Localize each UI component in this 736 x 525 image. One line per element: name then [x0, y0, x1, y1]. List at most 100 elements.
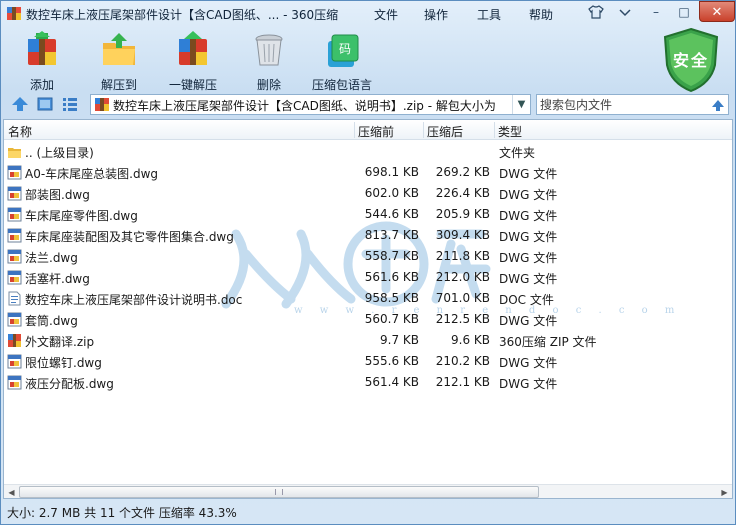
skin-shirt-icon[interactable] — [585, 3, 607, 21]
table-row[interactable]: 限位螺钉.dwg 555.6 KB 210.2 KB DWG 文件 — [4, 351, 732, 372]
archive-language-button[interactable]: 码 压缩包语言 — [309, 31, 375, 92]
archive-language-label: 压缩包语言 — [311, 78, 372, 92]
column-original-size[interactable]: 压缩前 — [358, 123, 394, 140]
table-row[interactable]: .. (上级目录) 文件夹 — [4, 141, 732, 162]
file-type: DWG 文件 — [499, 188, 558, 202]
list-view-icon[interactable] — [61, 96, 79, 112]
status-bar: 大小: 2.7 MB 共 11 个文件 压缩率 43.3% — [7, 506, 237, 520]
compressed-size: 212.5 KB — [435, 312, 490, 326]
menu-file[interactable]: 文件 — [370, 5, 402, 24]
dwg-file-icon — [7, 228, 22, 243]
dwg-file-icon — [7, 249, 22, 264]
search-input[interactable] — [540, 96, 708, 113]
original-size: 9.7 KB — [380, 333, 419, 347]
delete-label: 删除 — [256, 78, 281, 92]
close-button[interactable]: ✕ — [699, 1, 735, 22]
original-size: 560.7 KB — [364, 312, 419, 326]
extract-to-icon — [103, 33, 135, 65]
original-size: 602.0 KB — [364, 186, 419, 200]
one-click-extract-button[interactable]: 一键解压 — [168, 31, 218, 92]
security-shield-badge[interactable]: 安全 — [661, 27, 721, 93]
title-bar[interactable]: 数控车床上液压尾架部件设计【含CAD图纸、... - 360压缩 文件 操作 工… — [1, 1, 735, 27]
menu-tools[interactable]: 工具 — [473, 5, 505, 24]
dwg-file-icon — [7, 186, 22, 201]
column-type[interactable]: 类型 — [498, 123, 522, 140]
scroll-left-icon[interactable]: ◀ — [4, 486, 19, 498]
add-button[interactable]: 添加 — [21, 31, 63, 92]
compressed-size: 212.1 KB — [435, 375, 490, 389]
menu-help[interactable]: 帮助 — [525, 5, 557, 24]
file-name: 车床尾座装配图及其它零件图集合.dwg — [25, 230, 234, 244]
table-row[interactable]: 车床尾座零件图.dwg 544.6 KB 205.9 KB DWG 文件 — [4, 204, 732, 225]
maximize-button[interactable]: □ — [673, 3, 695, 21]
file-name: 法兰.dwg — [25, 251, 78, 265]
dwg-file-icon — [7, 375, 22, 390]
compressed-size: 210.2 KB — [435, 354, 490, 368]
chevron-down-icon[interactable]: ▼ — [512, 95, 530, 114]
thumbnail-view-icon[interactable] — [36, 96, 54, 112]
window-title: 数控车床上液压尾架部件设计【含CAD图纸、... - 360压缩 — [26, 8, 339, 22]
one-click-extract-label: 一键解压 — [168, 78, 217, 92]
zip-file-icon — [8, 334, 21, 347]
archive-language-icon: 码 — [328, 34, 359, 67]
file-name: 数控车床上液压尾架部件设计说明书.doc — [25, 293, 243, 307]
file-type: DWG 文件 — [499, 209, 558, 223]
app-window: 数控车床上液压尾架部件设计【含CAD图纸、... - 360压缩 文件 操作 工… — [0, 0, 736, 525]
scroll-right-icon[interactable]: ▶ — [717, 486, 732, 498]
table-row[interactable]: 外文翻译.zip 9.7 KB 9.6 KB 360压缩 ZIP 文件 — [4, 330, 732, 351]
table-row[interactable]: 部装图.dwg 602.0 KB 226.4 KB DWG 文件 — [4, 183, 732, 204]
original-size: 958.5 KB — [364, 291, 419, 305]
column-divider — [423, 122, 424, 138]
table-row[interactable]: 活塞杆.dwg 561.6 KB 212.0 KB DWG 文件 — [4, 267, 732, 288]
compressed-size: 9.6 KB — [451, 333, 490, 347]
file-name: 外文翻译.zip — [25, 335, 95, 349]
table-row[interactable]: 套筒.dwg 560.7 KB 212.5 KB DWG 文件 — [4, 309, 732, 330]
file-type: DOC 文件 — [499, 293, 554, 307]
search-go-icon[interactable] — [710, 97, 726, 113]
horizontal-scrollbar[interactable]: ◀ ▶ — [4, 484, 732, 498]
table-row[interactable]: 车床尾座装配图及其它零件图集合.dwg 813.7 KB 309.4 KB DWG 文… — [4, 225, 732, 246]
menu-list-icon[interactable] — [614, 3, 636, 21]
column-divider — [494, 122, 495, 138]
list-header: 名称 压缩前 压缩后 类型 — [4, 120, 732, 140]
file-type: DWG 文件 — [499, 272, 558, 286]
table-row[interactable]: 液压分配板.dwg 561.4 KB 212.1 KB DWG 文件 — [4, 372, 732, 393]
delete-button[interactable]: 删除 — [249, 31, 289, 92]
table-row[interactable]: 法兰.dwg 558.7 KB 211.8 KB DWG 文件 — [4, 246, 732, 267]
table-row[interactable]: A0-车床尾座总装图.dwg 698.1 KB 269.2 KB DWG 文件 — [4, 162, 732, 183]
address-row: 数控车床上液压尾架部件设计【含CAD图纸、说明书】.zip - 解包大小为 ▼ — [1, 93, 735, 117]
add-label: 添加 — [29, 78, 54, 92]
up-arrow-icon[interactable] — [11, 96, 29, 112]
compressed-size: 211.8 KB — [435, 249, 490, 263]
compressed-size: 701.0 KB — [435, 291, 490, 305]
file-name: 限位螺钉.dwg — [25, 356, 102, 370]
one-click-extract-icon — [179, 31, 207, 65]
file-type: DWG 文件 — [499, 356, 558, 370]
delete-trash-icon — [255, 34, 283, 66]
dwg-file-icon — [7, 354, 22, 369]
original-size: 561.6 KB — [364, 270, 419, 284]
extract-to-button[interactable]: 解压到 — [96, 31, 142, 92]
path-combobox[interactable]: 数控车床上液压尾架部件设计【含CAD图纸、说明书】.zip - 解包大小为 ▼ — [90, 94, 531, 115]
original-size: 813.7 KB — [364, 228, 419, 242]
file-type: DWG 文件 — [499, 167, 558, 181]
column-compressed-size[interactable]: 压缩后 — [427, 123, 463, 140]
column-name[interactable]: 名称 — [8, 123, 32, 140]
compressed-size: 226.4 KB — [435, 186, 490, 200]
dwg-file-icon — [7, 312, 22, 327]
scrollbar-thumb[interactable] — [19, 486, 539, 498]
compressed-size: 212.0 KB — [435, 270, 490, 284]
minimize-button[interactable]: – — [645, 3, 667, 21]
svg-text:码: 码 — [339, 42, 351, 56]
toolbar: 添加 解压到 一键解压 删除 码 压缩包语言 — [1, 27, 735, 92]
security-label: 安全 — [672, 51, 709, 70]
search-box — [536, 94, 729, 115]
file-type: DWG 文件 — [499, 230, 558, 244]
file-type: DWG 文件 — [499, 251, 558, 265]
file-name: 车床尾座零件图.dwg — [25, 209, 138, 223]
file-name: 部装图.dwg — [25, 188, 90, 202]
file-list[interactable]: 名称 压缩前 压缩后 类型 w w w . r e n r e n d o c … — [3, 119, 733, 499]
table-row[interactable]: 数控车床上液压尾架部件设计说明书.doc 958.5 KB 701.0 KB DOC … — [4, 288, 732, 309]
file-name: 液压分配板.dwg — [25, 377, 114, 391]
menu-operation[interactable]: 操作 — [420, 5, 452, 24]
